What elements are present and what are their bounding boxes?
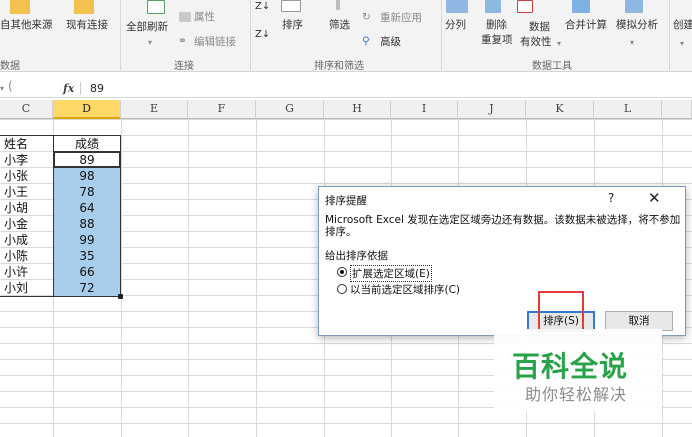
name-box-dropdown-icon[interactable]: ▾	[0, 82, 4, 95]
what-if-icon	[625, 0, 643, 13]
help-icon[interactable]: ?	[608, 191, 614, 205]
refresh-all-button[interactable]: 全部刷新	[126, 21, 168, 34]
column-header-g[interactable]: G	[256, 100, 324, 119]
watermark-subtitle: 助你轻松解决	[525, 385, 628, 404]
name-box-expand-icon[interactable]: (	[8, 80, 13, 93]
ribbon-separator	[669, 0, 670, 70]
formula-bar: ▾ ( fx 89	[0, 80, 692, 98]
text-to-columns-button[interactable]: 分列	[445, 19, 466, 32]
radio-selected-dot	[340, 270, 344, 274]
name-column-border	[0, 135, 54, 297]
ribbon-separator	[441, 0, 442, 70]
column-header-d[interactable]: D	[53, 100, 121, 119]
ribbon-data-tab: 自其他来源 现有连接 数据 全部刷新 ▾ 属性 ⚭ 编辑链接 连接 Z↓ Z↓ …	[0, 0, 692, 72]
text-to-columns-icon	[446, 0, 468, 13]
column-header-c[interactable]: C	[0, 100, 53, 119]
column-header-i[interactable]: I	[391, 100, 458, 119]
current-selection-label[interactable]: 以当前选定区域排序(C)	[350, 282, 460, 297]
current-selection-radio[interactable]	[337, 284, 347, 294]
sort-basis-label: 给出排序依据	[325, 250, 388, 262]
annotation-highlight-box	[538, 291, 584, 332]
remove-duplicates-label-2: 重复项	[481, 34, 513, 46]
other-sources-icon	[10, 0, 30, 14]
column-header-l[interactable]: L	[594, 100, 662, 119]
reapply-button[interactable]: 重新应用	[380, 12, 422, 25]
ribbon-separator	[120, 0, 121, 70]
formula-separator	[80, 82, 81, 95]
watermark: 百科全说 助你轻松解决	[494, 329, 662, 411]
consolidate-button[interactable]: 合并计算	[565, 19, 607, 32]
fill-handle[interactable]	[118, 294, 123, 299]
create-dropdown-icon[interactable]: ▾	[680, 37, 684, 50]
refresh-all-icon	[147, 0, 165, 14]
remove-duplicates-icon	[485, 0, 501, 13]
advanced-button[interactable]: 高级	[380, 36, 401, 49]
watermark-title: 百科全说	[512, 350, 629, 383]
properties-button[interactable]: 属性	[194, 11, 215, 24]
grid-line	[0, 423, 692, 424]
dialog-message: Microsoft Excel 发现在选定区域旁边还有数据。该数据未被选择，将不…	[325, 214, 681, 238]
cancel-button[interactable]: 取消	[605, 311, 673, 331]
active-cell-border	[53, 151, 121, 168]
filter-icon	[336, 0, 340, 10]
consolidate-icon	[572, 0, 590, 13]
group-label-data-tools: 数据工具	[532, 61, 572, 72]
filter-button[interactable]: 筛选	[329, 19, 350, 32]
sort-za-icon[interactable]: Z↓	[255, 28, 270, 41]
from-other-sources-button[interactable]: 自其他来源	[0, 19, 53, 32]
column-header-h[interactable]: H	[324, 100, 391, 119]
sort-az-icon[interactable]: Z↓	[255, 0, 270, 13]
dialog-title: 排序提醒	[325, 195, 367, 207]
column-header-j[interactable]: J	[458, 100, 526, 119]
link-icon: ⚭	[178, 35, 187, 47]
properties-icon	[179, 12, 191, 22]
column-header-k[interactable]: K	[526, 100, 594, 119]
column-header-f[interactable]: F	[188, 100, 256, 119]
sort-button[interactable]: 排序	[282, 19, 303, 32]
group-label-data: 数据	[0, 61, 20, 72]
close-icon[interactable]: ✕	[648, 189, 661, 207]
sort-dialog-icon	[281, 0, 301, 12]
column-header-m[interactable]	[662, 100, 692, 119]
edit-links-button[interactable]: 编辑链接	[194, 36, 236, 49]
what-if-dropdown-icon[interactable]: ▾	[630, 36, 634, 49]
column-header-e[interactable]: E	[121, 100, 188, 119]
refresh-dropdown-icon[interactable]: ▾	[148, 36, 152, 49]
group-label-sort-filter: 排序和筛选	[314, 61, 364, 72]
fx-icon[interactable]: fx	[63, 82, 74, 95]
data-validation-button[interactable]: 数据	[529, 21, 550, 34]
expand-selection-label[interactable]: 扩展选定区域(E)	[350, 265, 432, 282]
validation-dropdown-icon[interactable]: ▾	[557, 37, 561, 50]
remove-duplicates-button[interactable]: 删除	[486, 19, 507, 32]
data-validation-icon	[517, 0, 533, 13]
existing-connections-icon	[74, 0, 94, 14]
reapply-icon: ↻	[362, 11, 371, 23]
existing-connections-button[interactable]: 现有连接	[66, 19, 108, 32]
group-label-connections: 连接	[174, 61, 194, 72]
expand-selection-radio[interactable]	[337, 267, 347, 277]
sort-warning-dialog: 排序提醒 ? ✕ Microsoft Excel 发现在选定区域旁边还有数据。该…	[318, 186, 686, 336]
what-if-button[interactable]: 模拟分析	[616, 19, 658, 32]
advanced-filter-icon: ⚲	[362, 35, 370, 47]
grid-line	[0, 119, 692, 120]
formula-value[interactable]: 89	[90, 82, 104, 95]
create-group-button[interactable]: 创建	[673, 19, 692, 32]
ribbon-separator	[250, 0, 251, 70]
data-validation-label-2: 有效性	[520, 36, 552, 48]
